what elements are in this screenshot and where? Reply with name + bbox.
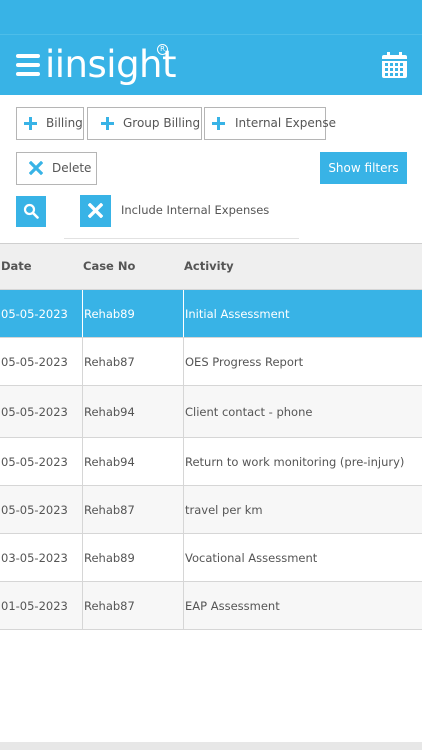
- cell-case-no: Rehab94: [82, 438, 183, 485]
- cell-activity: Client contact - phone: [183, 386, 422, 437]
- cell-activity: Vocational Assessment: [183, 534, 422, 581]
- cell-case-no: Rehab94: [82, 386, 183, 437]
- cell-date: 05-05-2023: [1, 503, 68, 517]
- cell-activity: Initial Assessment: [183, 290, 422, 337]
- divider: [64, 238, 299, 239]
- plus-icon: [101, 117, 114, 130]
- column-header-date[interactable]: Date: [0, 244, 82, 289]
- table-row[interactable]: 05-05-2023 Rehab87 OES Progress Report: [0, 338, 422, 386]
- bottom-bar: [0, 742, 422, 750]
- group-billing-button-label: Group Billing: [123, 116, 201, 130]
- table-row[interactable]: 05-05-2023 Rehab87 travel per km: [0, 486, 422, 534]
- table-row[interactable]: 05-05-2023 Rehab94 Client contact - phone: [0, 386, 422, 438]
- delete-button-label: Delete: [52, 161, 92, 175]
- table-row[interactable]: 01-05-2023 Rehab87 EAP Assessment: [0, 582, 422, 630]
- cell-case-no: Rehab89: [82, 290, 183, 337]
- column-header-activity[interactable]: Activity: [183, 244, 422, 289]
- cell-activity: OES Progress Report: [183, 338, 422, 385]
- cell-activity: travel per km: [183, 486, 422, 533]
- internal-expense-button[interactable]: Internal Expense: [204, 107, 336, 140]
- table-row[interactable]: 03-05-2023 Rehab89 Vocational Assessment: [0, 534, 422, 582]
- cell-activity: Return to work monitoring (pre-injury): [183, 438, 422, 485]
- table-body: 05-05-2023 Rehab89 Initial Assessment 05-05…: [0, 290, 422, 630]
- app-header: iinsight R: [0, 34, 422, 95]
- include-internal-expenses-toggle[interactable]: [80, 195, 111, 227]
- include-internal-expenses-label: Include Internal Expenses: [121, 203, 270, 217]
- table-row[interactable]: 05-05-2023 Rehab94 Return to work monitori…: [0, 438, 422, 486]
- search-button[interactable]: [16, 196, 46, 227]
- status-bar: [0, 0, 422, 34]
- plus-icon: [24, 117, 37, 130]
- x-toggle-icon: [88, 203, 103, 218]
- cell-case-no: Rehab87: [82, 338, 183, 385]
- cell-date: 05-05-2023: [1, 307, 68, 321]
- cell-case-no: Rehab89: [82, 534, 183, 581]
- registered-mark: R: [157, 44, 168, 55]
- show-filters-button[interactable]: Show filters: [320, 152, 407, 184]
- billing-button[interactable]: Billing: [16, 107, 84, 140]
- cell-date: 05-05-2023: [1, 355, 68, 369]
- delete-x-icon: [29, 161, 43, 175]
- column-header-case-no[interactable]: Case No: [82, 244, 183, 289]
- table-row[interactable]: 05-05-2023 Rehab89 Initial Assessment: [0, 290, 422, 338]
- cell-date: 05-05-2023: [1, 405, 68, 419]
- billing-button-label: Billing: [46, 116, 83, 130]
- cell-case-no: Rehab87: [82, 582, 183, 629]
- internal-expense-button-label: Internal Expense: [235, 116, 336, 130]
- table-header: Date Case No Activity: [0, 244, 422, 290]
- cell-date: 01-05-2023: [1, 599, 68, 613]
- group-billing-button[interactable]: Group Billing: [87, 107, 202, 140]
- cell-activity: EAP Assessment: [183, 582, 422, 629]
- activity-table: Date Case No Activity 05-05-2023 Rehab89 I…: [0, 243, 422, 630]
- cell-date: 03-05-2023: [1, 551, 68, 565]
- calendar-icon[interactable]: [382, 52, 407, 78]
- hamburger-menu-icon[interactable]: [16, 54, 40, 76]
- cell-date: 05-05-2023: [1, 455, 68, 469]
- search-icon: [23, 203, 39, 219]
- delete-button[interactable]: Delete: [16, 152, 97, 185]
- cell-case-no: Rehab87: [82, 486, 183, 533]
- plus-icon: [212, 117, 225, 130]
